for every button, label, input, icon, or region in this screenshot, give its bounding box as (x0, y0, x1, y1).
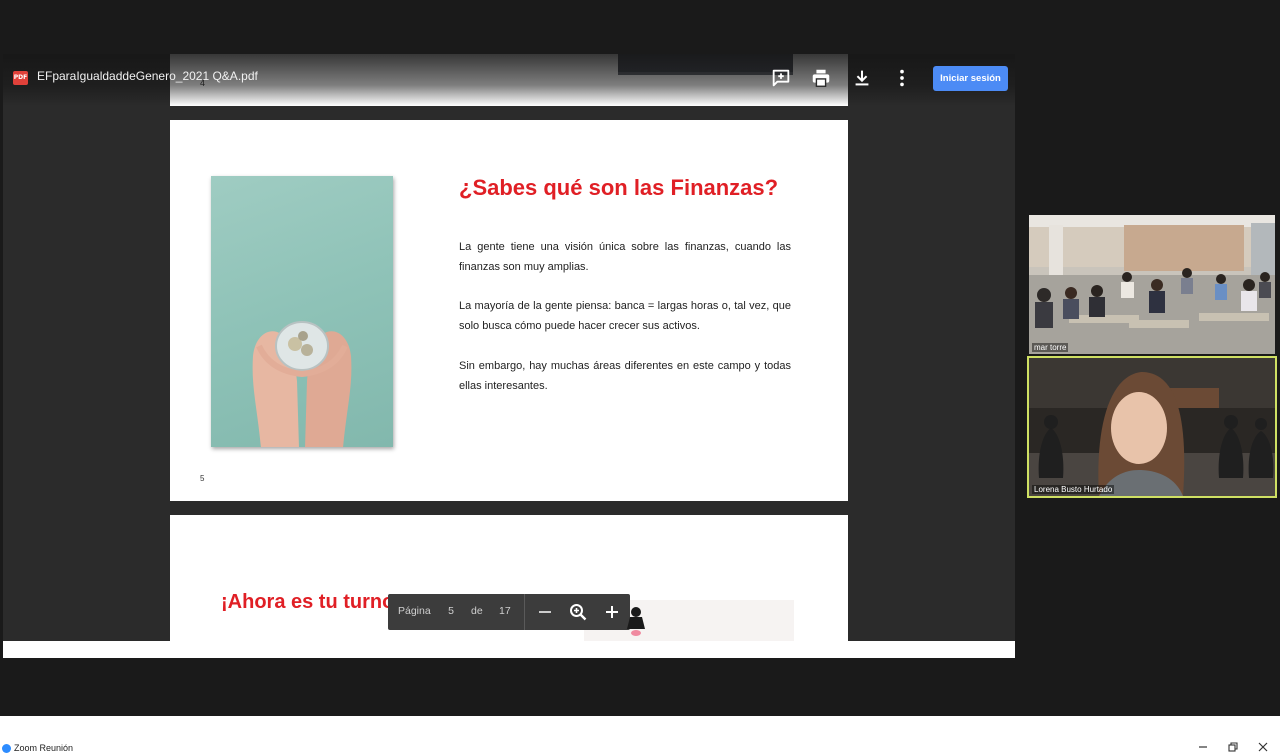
page-number: 5 (200, 474, 205, 483)
shared-screen: 4 PDF EFparaIgualdaddeGenero_2021 Q&A.pd… (3, 54, 1015, 658)
page-navigation-bar: Página 5 de 17 (388, 594, 630, 630)
download-icon[interactable] (851, 67, 873, 89)
pdf-page-5: ¿Sabes qué son las Finanzas? La gente ti… (170, 120, 848, 501)
zoom-app-icon (2, 744, 11, 753)
zoom-in-icon[interactable] (601, 601, 623, 623)
close-icon[interactable] (1256, 740, 1270, 754)
file-name: EFparaIgualdaddeGenero_2021 Q&A.pdf (37, 69, 258, 83)
nav-divider (524, 594, 525, 630)
page-label: Página (398, 605, 431, 617)
pdf-viewport[interactable]: 4 PDF EFparaIgualdaddeGenero_2021 Q&A.pd… (3, 54, 1015, 641)
page-of-label: de (471, 605, 483, 617)
window-title-bar: Zoom Reunión (0, 716, 1280, 755)
participant-video-tile[interactable]: mar torre (1029, 215, 1275, 354)
page-title: ¿Sabes qué son las Finanzas? (459, 175, 779, 200)
add-comment-icon[interactable] (770, 67, 792, 89)
participant-name: Lorena Busto Hurtado (1032, 485, 1115, 494)
total-pages: 17 (499, 605, 511, 617)
active-speaker-video-tile[interactable]: Lorena Busto Hurtado (1027, 356, 1277, 498)
paragraph-1: La gente tiene una visión única sobre la… (459, 241, 791, 273)
zoom-fit-icon[interactable] (567, 601, 589, 623)
window-title: Zoom Reunión (14, 743, 74, 753)
page-6-title: ¡Ahora es tu turno! (221, 591, 401, 613)
annotation-cursor-icon (627, 607, 645, 636)
restore-icon[interactable] (1226, 740, 1240, 754)
share-bottom-strip (3, 641, 1015, 658)
zoom-out-icon[interactable] (534, 601, 556, 623)
paragraph-2: La mayoría de la gente piensa: banca = l… (459, 300, 791, 332)
current-page-input[interactable]: 5 (443, 605, 459, 617)
participant-name: mar torre (1032, 343, 1069, 352)
more-vert-icon[interactable] (891, 67, 913, 89)
pdf-file-icon: PDF (13, 71, 28, 85)
print-icon[interactable] (810, 67, 832, 89)
signin-button[interactable]: Iniciar sesión (933, 66, 1008, 91)
hands-holding-coin-jar-image (211, 176, 393, 447)
minimize-icon[interactable] (1196, 740, 1210, 754)
paragraph-3: Sin embargo, hay muchas áreas diferentes… (459, 360, 791, 392)
pdf-toolbar: PDF EFparaIgualdaddeGenero_2021 Q&A.pdf … (3, 54, 1015, 106)
